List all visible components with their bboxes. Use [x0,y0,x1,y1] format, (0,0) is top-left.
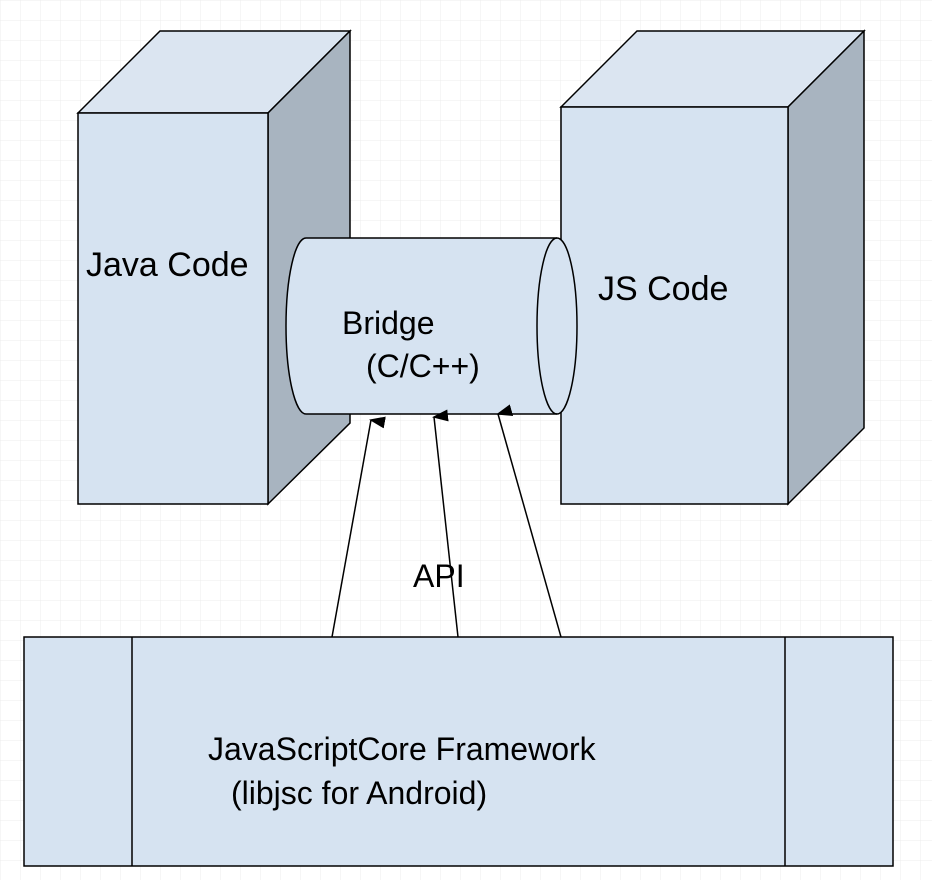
architecture-diagram: Java Code JS Code Bridge (C/C++) API Jav… [0,0,932,880]
framework-label-line1: JavaScriptCore Framework [208,731,597,767]
api-label: API [413,558,465,594]
bridge-label-line1: Bridge [342,305,435,341]
java-box-front-face [77,112,269,505]
framework-label-line2: (libjsc for Android) [231,775,487,811]
java-code-label: Java Code [86,246,249,284]
diagram-svg: Java Code JS Code Bridge (C/C++) API Jav… [0,0,932,880]
js-box-side-face [787,29,865,506]
bridge-label-line2: (C/C++) [366,348,480,384]
js-code-label: JS Code [598,270,728,308]
js-code-box [559,29,866,506]
